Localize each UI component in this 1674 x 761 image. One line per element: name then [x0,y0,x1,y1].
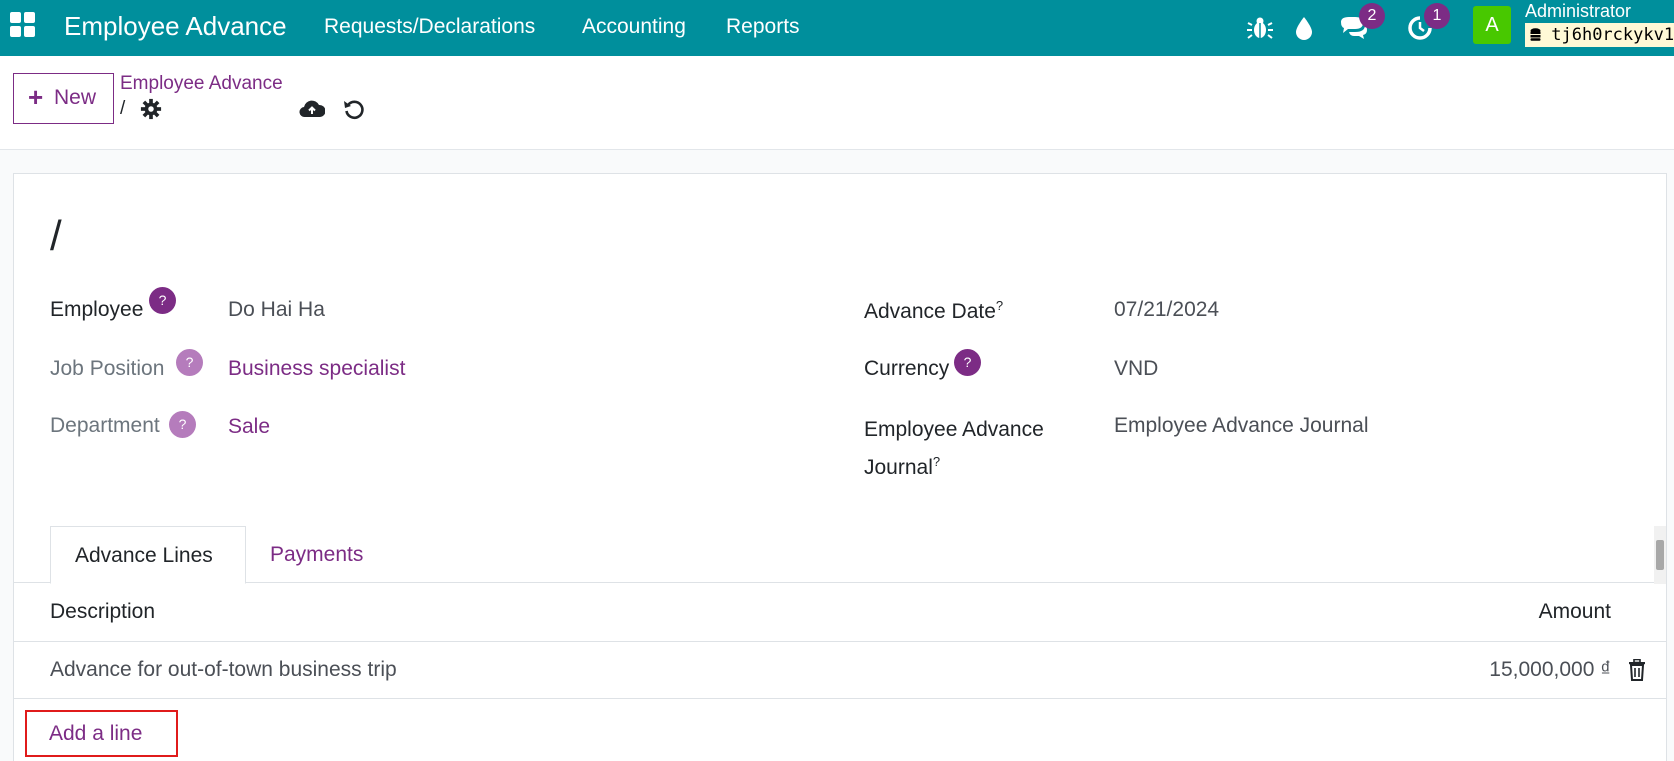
employee-field[interactable]: Do Hai Ha [228,298,325,322]
menu-accounting[interactable]: Accounting [582,15,686,39]
activities-count-badge: 1 [1424,3,1450,29]
column-description[interactable]: Description [50,600,155,624]
database-name-text: tj6h0rckykv1 [1551,25,1674,45]
advance-date-field[interactable]: 07/21/2024 [1114,298,1219,322]
currency-label: Currency [864,357,950,380]
breadcrumb-parent-link[interactable]: Employee Advance [120,73,283,95]
debug-bug-icon[interactable] [1244,12,1276,44]
currency-field[interactable]: VND [1114,357,1158,381]
department-label: Department [50,414,160,437]
user-avatar[interactable]: A [1473,6,1511,44]
plus-icon: + [28,82,44,112]
new-button[interactable]: + New [13,73,114,124]
row-description[interactable]: Advance for out-of-town business trip [50,658,397,682]
department-help-icon[interactable]: ? [169,411,196,438]
new-button-label: New [54,86,97,109]
job-position-label: Job Position [50,357,165,380]
journal-help-mark[interactable]: ? [933,454,940,469]
tab-advance-lines[interactable]: Advance Lines [50,526,246,584]
form-sheet: / Employee ? Do Hai Ha Job Position ? Bu… [13,173,1667,761]
user-name[interactable]: Administrator [1525,1,1631,22]
app-title[interactable]: Employee Advance [64,11,287,42]
delete-trash-icon[interactable] [1628,659,1646,681]
record-name: / [50,212,62,259]
tabs-scrollbar[interactable] [1654,526,1666,584]
row-amount[interactable]: 15,000,000 ₫ [1489,658,1611,682]
gear-icon[interactable] [140,98,162,120]
employee-help-icon[interactable]: ? [149,287,176,314]
add-a-line-link[interactable]: Add a line [25,710,178,757]
journal-label: Employee Advance Journal? [864,414,1044,484]
employee-label: Employee [50,298,144,321]
journal-field[interactable]: Employee Advance Journal [1114,414,1369,438]
advance-date-help-mark[interactable]: ? [996,298,1003,313]
menu-reports[interactable]: Reports [726,15,800,39]
menu-requests-declarations[interactable]: Requests/Declarations [324,15,535,39]
table-row[interactable]: Advance for out-of-town business trip 15… [14,642,1666,699]
advance-date-label: Advance Date? [864,298,1003,324]
journal-label-line-1: Employee Advance [864,418,1044,441]
journal-label-line-2: Journal [864,456,933,479]
currency-help-icon[interactable]: ? [954,349,981,376]
tab-payments[interactable]: Payments [246,526,387,584]
app-menu-icon[interactable] [10,12,38,40]
notebook-tabs: Advance Lines Payments [14,526,1666,584]
breadcrumb-current: / [120,98,126,119]
save-cloud-upload-icon[interactable] [299,97,325,121]
lines-table-header: Description Amount [14,583,1666,642]
job-position-link[interactable]: Business specialist [228,357,405,381]
messages-count-badge: 2 [1359,3,1385,29]
department-link[interactable]: Sale [228,415,270,439]
column-amount[interactable]: Amount [1539,600,1611,624]
database-name: tj6h0rckykv1 [1525,23,1674,47]
job-position-help-icon[interactable]: ? [176,349,203,376]
top-navbar: Employee Advance Requests/Declarations A… [0,0,1674,56]
advance-date-label-text: Advance Date [864,300,996,323]
control-panel: + New Employee Advance / [0,56,1674,150]
color-drop-icon[interactable] [1288,12,1320,44]
discard-undo-icon[interactable] [342,96,366,122]
database-icon [1530,28,1541,41]
scrollbar-thumb[interactable] [1656,540,1664,570]
